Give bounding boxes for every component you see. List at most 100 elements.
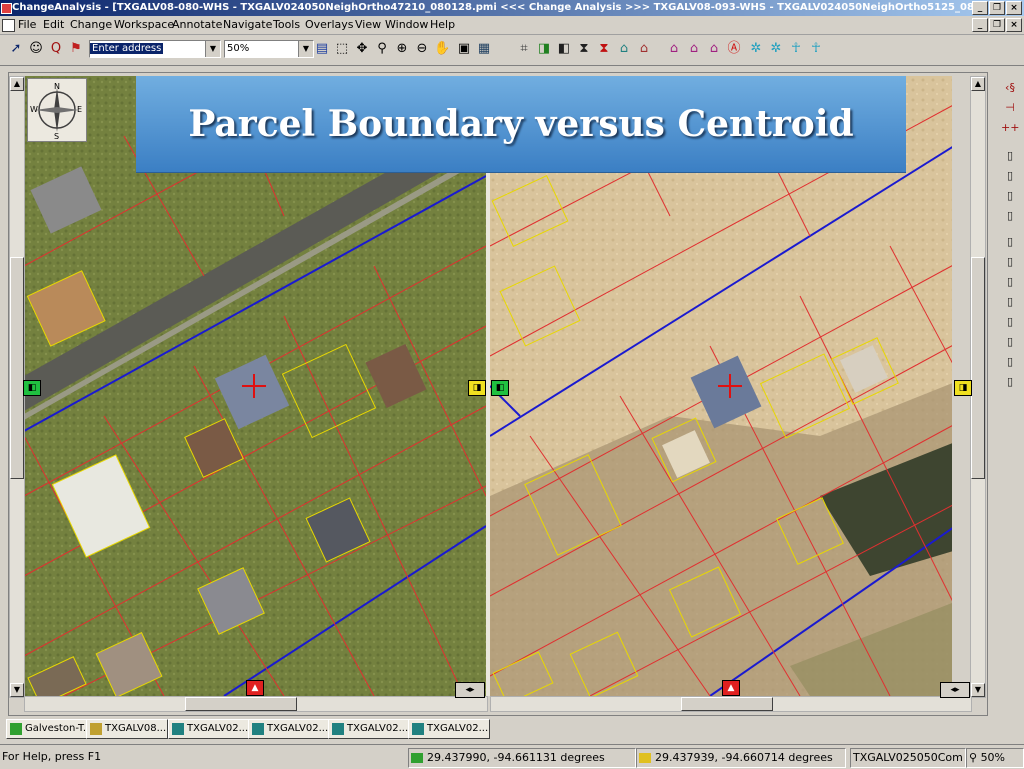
hscroll-thumb-left[interactable]	[185, 697, 297, 711]
link-icon[interactable]: ✲	[748, 41, 764, 57]
menu-change[interactable]: Change	[70, 18, 112, 31]
doc-icon-8[interactable]: ▯	[1001, 294, 1019, 310]
alert-icon[interactable]: Ⓐ	[726, 41, 742, 57]
tab-txgalv02-3[interactable]: TXGALV02...	[328, 719, 410, 739]
right-horizontal-scrollbar[interactable]	[490, 696, 972, 712]
address-dropdown-icon[interactable]: ▼	[205, 41, 220, 57]
scroll-down-button[interactable]: ▼	[10, 683, 24, 697]
house-pink-icon[interactable]: ⌂	[666, 41, 682, 57]
scroll-down-button-right[interactable]: ▼	[971, 683, 985, 697]
select-box-icon[interactable]: ⬚	[334, 41, 350, 57]
sync-flag-far-icon[interactable]: ◨	[954, 380, 972, 396]
house-damage-icon[interactable]: ⌂	[636, 41, 652, 57]
menu-workspace[interactable]: Workspace	[114, 18, 174, 31]
book-icon[interactable]: ▦	[476, 41, 492, 57]
layer-icon[interactable]: ▤	[314, 41, 330, 57]
scroll-thumb-right[interactable]	[971, 257, 985, 479]
window-title-bar[interactable]: ChangeAnalysis - [TXGALV08-080-WHS - TXG…	[0, 0, 1024, 16]
address-input[interactable]: Enter address ▼	[89, 40, 221, 58]
doc-restore-button[interactable]: ❐	[989, 18, 1005, 32]
scroll-up-button-right[interactable]: ▲	[971, 77, 985, 91]
doc-minimize-button[interactable]: _	[972, 18, 988, 32]
doc-icon-5[interactable]: ▯	[1001, 234, 1019, 250]
compass-n-label: N	[54, 82, 60, 91]
menu-help[interactable]: Help	[430, 18, 455, 31]
locate-icon[interactable]: ⚑	[68, 41, 84, 57]
tab-label: TXGALV08...	[105, 723, 167, 734]
hscroll-thumb-right[interactable]	[681, 697, 773, 711]
coord-left-icon	[411, 753, 423, 763]
doc-icon-11[interactable]: ▯	[1001, 354, 1019, 370]
grid-icon[interactable]: ⌗	[516, 41, 532, 57]
close-button[interactable]: ×	[1006, 1, 1022, 15]
bottom-marker-left-icon[interactable]: ▲	[246, 680, 264, 696]
sync-flag-left-icon[interactable]: ◧	[23, 380, 41, 396]
tab-txgalv02-2[interactable]: TXGALV02...	[248, 719, 330, 739]
walker-icon[interactable]: ☥	[788, 41, 804, 57]
doc-icon-12[interactable]: ▯	[1001, 374, 1019, 390]
house-pink3-icon[interactable]: ⌂	[706, 41, 722, 57]
doc-icon-9[interactable]: ▯	[1001, 314, 1019, 330]
menu-tools[interactable]: Tools	[273, 18, 300, 31]
doc-close-button[interactable]: ×	[1006, 18, 1022, 32]
hourglass-red-icon[interactable]: ⧗	[596, 41, 612, 57]
doc-icon-2[interactable]: ▯	[1001, 168, 1019, 184]
zoom-out-icon[interactable]: ⊖	[414, 41, 430, 57]
right-vertical-scrollbar[interactable]: ▲ ▼	[970, 76, 986, 698]
doc-icon-4[interactable]: ▯	[1001, 208, 1019, 224]
menu-view[interactable]: View	[355, 18, 381, 31]
pointer-icon[interactable]: ➚	[8, 41, 24, 57]
pan-icon[interactable]: ✥	[354, 41, 370, 57]
sync-flag-mid-icon[interactable]: ◨	[468, 380, 486, 396]
hand-icon[interactable]: ✋	[434, 41, 450, 57]
status-layer: TXGALV025050Com	[850, 748, 966, 768]
nav-arrows-left-icon[interactable]: ◂▸	[455, 682, 485, 698]
query-icon[interactable]: Q	[48, 41, 64, 57]
back-link-icon[interactable]: ‹§	[1001, 80, 1019, 96]
tab-txgalv08[interactable]: TXGALV08...	[86, 719, 168, 739]
tab-split-icon	[90, 723, 102, 735]
tab-house-icon	[252, 723, 264, 735]
menu-edit[interactable]: Edit	[43, 18, 64, 31]
tab-txgalv02-1[interactable]: TXGALV02...	[168, 719, 250, 739]
hourglass-icon[interactable]: ⧗	[576, 41, 592, 57]
menu-window[interactable]: Window	[385, 18, 428, 31]
zoom-in-icon[interactable]: ⊕	[394, 41, 410, 57]
add-split-icon[interactable]: ++	[1001, 120, 1019, 136]
menu-annotate[interactable]: Annotate	[172, 18, 222, 31]
extent-icon[interactable]: ▣	[456, 41, 472, 57]
coord-left-text: 29.437990, -94.661131 degrees	[427, 751, 605, 764]
person-icon[interactable]: ☺	[28, 41, 44, 57]
menu-navigate[interactable]: Navigate	[223, 18, 272, 31]
nav-arrows-right-icon[interactable]: ◂▸	[940, 682, 970, 698]
zoom-select[interactable]: 50% ▼	[224, 40, 314, 58]
menu-file[interactable]: File	[18, 18, 36, 31]
doc-icon-3[interactable]: ▯	[1001, 188, 1019, 204]
house-icon[interactable]: ⌂	[616, 41, 632, 57]
status-coord-left: 29.437990, -94.661131 degrees	[408, 748, 636, 768]
doc-icon-6[interactable]: ▯	[1001, 254, 1019, 270]
tab-galveston[interactable]: Galveston-T...	[6, 719, 90, 739]
flag-left-icon[interactable]: ◨	[536, 41, 552, 57]
flag-right-icon[interactable]: ◧	[556, 41, 572, 57]
menu-overlays[interactable]: Overlays	[305, 18, 354, 31]
left-horizontal-scrollbar[interactable]	[24, 696, 488, 712]
zoom-icon[interactable]: ⚲	[374, 41, 390, 57]
zoom-dropdown-icon[interactable]: ▼	[298, 41, 313, 57]
doc-add-icon[interactable]: ▯	[1001, 148, 1019, 164]
doc-icon-7[interactable]: ▯	[1001, 274, 1019, 290]
link2-icon[interactable]: ✲	[768, 41, 784, 57]
house-pink2-icon[interactable]: ⌂	[686, 41, 702, 57]
tab-txgalv02-4[interactable]: TXGALV02...	[408, 719, 490, 739]
sync-flag-right-icon[interactable]: ◧	[491, 380, 509, 396]
scroll-thumb[interactable]	[10, 257, 24, 479]
doc-icon-10[interactable]: ▯	[1001, 334, 1019, 350]
scroll-up-button[interactable]: ▲	[10, 77, 24, 91]
menu-bar: File Edit Change Workspace Annotate Navi…	[0, 16, 1024, 35]
restore-button[interactable]: ❐	[989, 1, 1005, 15]
walker2-icon[interactable]: ☥	[808, 41, 824, 57]
minimize-button[interactable]: _	[972, 1, 988, 15]
tab-label: TXGALV02...	[427, 723, 489, 734]
split-icon[interactable]: ⊣	[1001, 100, 1019, 116]
bottom-marker-right-icon[interactable]: ▲	[722, 680, 740, 696]
